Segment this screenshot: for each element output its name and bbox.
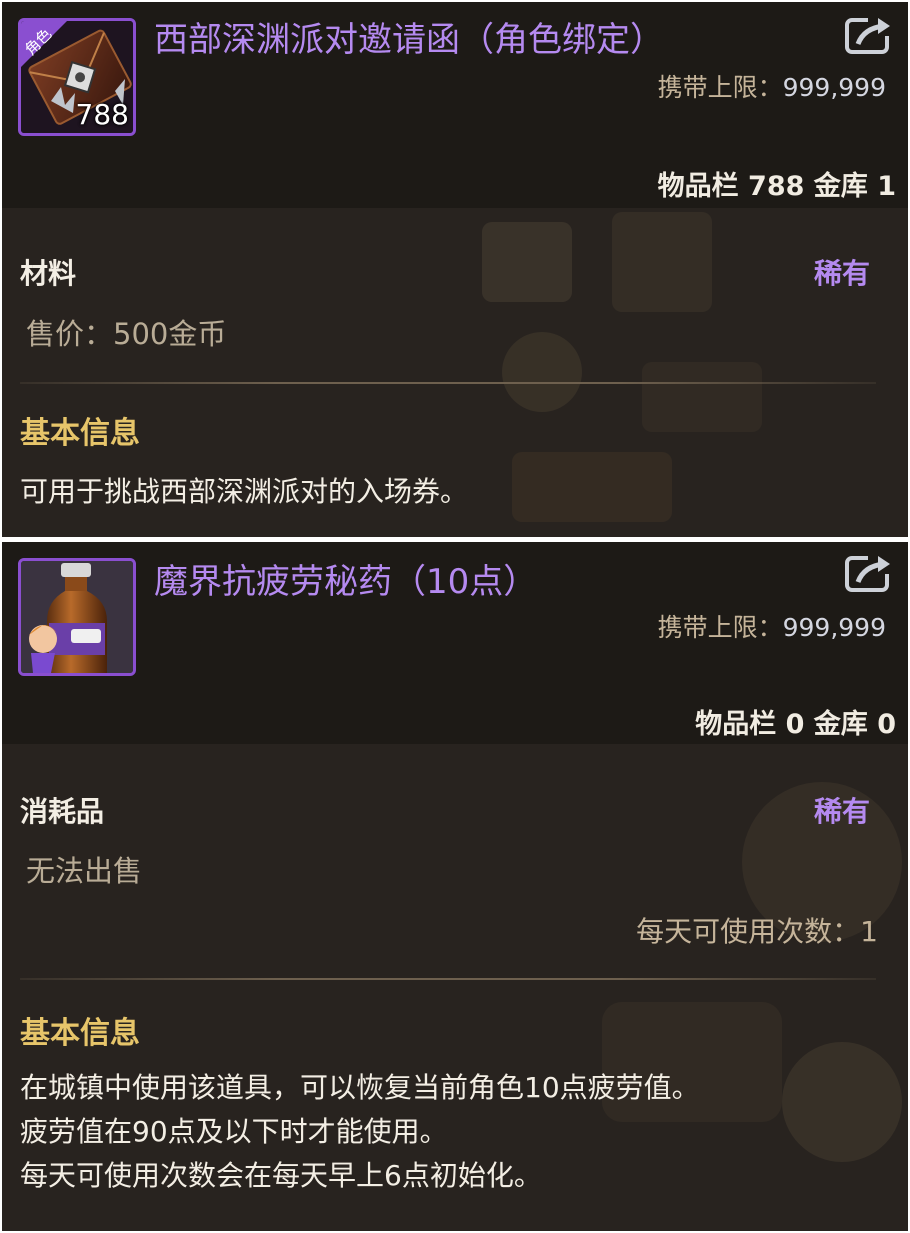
item-rarity: 稀有 — [813, 257, 870, 290]
item-tooltip-invitation: 角色 788 西部深渊派对邀请函（角色绑定） 携带上限：999,999 物品栏 … — [2, 2, 908, 537]
item-description: 可用于挑战西部深渊派对的入场券。 — [20, 470, 468, 514]
divider — [20, 978, 876, 980]
carry-limit-label: 携带上限： — [657, 73, 783, 102]
fatigue-potion-bottle-icon — [21, 561, 133, 673]
item-category: 消耗品 — [20, 795, 105, 828]
item-category: 材料 — [20, 257, 77, 290]
description-line: 疲劳值在90点及以下时才能使用。 — [20, 1115, 448, 1148]
inventory-counts: 物品栏 788 金库 1 — [657, 171, 896, 202]
description-line: 可用于挑战西部深渊派对的入场券。 — [20, 475, 469, 508]
item-rarity: 稀有 — [813, 795, 870, 828]
description-line: 在城镇中使用该道具，可以恢复当前角色10点疲劳值。 — [20, 1071, 700, 1104]
carry-limit: 携带上限：999,999 — [658, 608, 886, 644]
carry-limit-value: 999,999 — [782, 73, 886, 102]
item-icon-frame[interactable]: 角色 788 — [18, 18, 136, 136]
basic-info-title: 基本信息 — [20, 1016, 140, 1051]
carry-limit-value: 999,999 — [782, 613, 886, 642]
item-description: 在城镇中使用该道具，可以恢复当前角色10点疲劳值。 疲劳值在90点及以下时才能使… — [20, 1066, 700, 1198]
description-line: 每天可使用次数会在每天早上6点初始化。 — [20, 1159, 542, 1192]
carry-limit-label: 携带上限： — [657, 613, 783, 642]
carry-limit: 携带上限：999,999 — [658, 68, 886, 104]
icon-stack-count: 788 — [75, 98, 129, 131]
share-icon[interactable] — [844, 552, 894, 594]
item-title: 西部深渊派对邀请函（角色绑定） — [154, 20, 664, 60]
share-icon[interactable] — [844, 14, 894, 56]
inventory-counts: 物品栏 0 金库 0 — [695, 709, 896, 740]
basic-info-title: 基本信息 — [20, 416, 140, 451]
item-price: 售价：500金币 — [26, 317, 227, 351]
item-header: 角色 788 西部深渊派对邀请函（角色绑定） 携带上限：999,999 物品栏 … — [2, 2, 908, 208]
daily-use-count: 每天可使用次数：1 — [636, 915, 878, 948]
item-tooltip-potion: 魔界抗疲劳秘药（10点） 携带上限：999,999 物品栏 0 金库 0 消耗品… — [2, 542, 908, 1231]
item-header: 魔界抗疲劳秘药（10点） 携带上限：999,999 物品栏 0 金库 0 — [2, 542, 908, 744]
divider — [20, 382, 876, 384]
item-title: 魔界抗疲劳秘药（10点） — [154, 562, 538, 602]
item-icon-frame[interactable] — [18, 558, 136, 676]
item-price: 无法出售 — [26, 854, 143, 888]
